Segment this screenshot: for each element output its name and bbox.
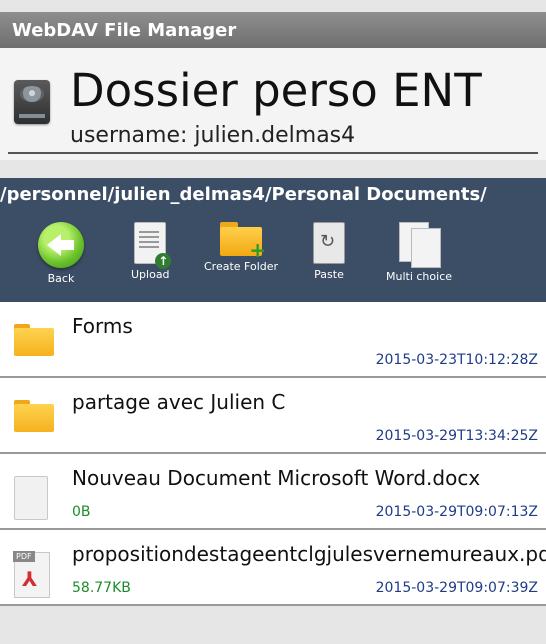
upload-button[interactable]: ↑ Upload (131, 222, 172, 281)
back-arrow-icon (38, 222, 84, 268)
account-username: username: julien.delmas4 (70, 123, 356, 148)
account-header: Dossier perso ENT username: julien.delma… (0, 48, 546, 160)
file-row-docx[interactable]: Nouveau Document Microsoft Word.docx 0B … (0, 454, 546, 530)
paste-label: Paste (314, 268, 344, 281)
divider (8, 152, 538, 154)
paste-button[interactable]: Paste (313, 222, 345, 281)
app-title-bar: WebDAV File Manager (0, 12, 546, 48)
current-path: /personnel/julien_delmas4/Personal Docum… (0, 184, 487, 205)
file-date: 2015-03-29T09:07:39Z (375, 580, 538, 596)
file-name: Forms (72, 314, 133, 338)
create-folder-label: Create Folder (204, 260, 279, 273)
toolbar: Back ↑ Upload + Create Folder Paste Mult… (0, 222, 546, 300)
file-row-partage[interactable]: partage avec Julien C 2015-03-29T13:34:2… (0, 378, 546, 454)
paste-icon (313, 222, 345, 264)
multi-choice-button[interactable]: Multi choice (386, 222, 452, 283)
path-bar: /personnel/julien_delmas4/Personal Docum… (0, 178, 546, 302)
file-row-forms[interactable]: Forms 2015-03-23T10:12:28Z (0, 302, 546, 378)
file-name: Nouveau Document Microsoft Word.docx (72, 466, 481, 490)
upload-label: Upload (131, 268, 170, 281)
folder-icon (14, 324, 54, 356)
folder-icon (14, 400, 54, 432)
app-title: WebDAV File Manager (12, 19, 237, 41)
back-label: Back (47, 272, 75, 285)
file-name: partage avec Julien C (72, 390, 286, 414)
file-name: propositiondestageentclgjulesvernemureau… (72, 542, 546, 566)
file-date: 2015-03-29T13:34:25Z (375, 428, 538, 444)
create-folder-button[interactable]: + Create Folder (204, 222, 278, 273)
account-name: Dossier perso ENT (70, 64, 482, 117)
multi-choice-icon (397, 222, 441, 268)
document-icon (14, 476, 48, 520)
upload-icon: ↑ (134, 222, 172, 269)
back-button[interactable]: Back (38, 222, 84, 285)
create-folder-icon: + (220, 222, 266, 260)
pdf-icon: PDF ⅄ (13, 551, 50, 598)
file-list: Forms 2015-03-23T10:12:28Z partage avec … (0, 302, 546, 606)
file-date: 2015-03-29T09:07:13Z (375, 504, 538, 520)
file-size: 58.77KB (72, 580, 131, 596)
file-size: 0B (72, 504, 91, 520)
file-row-pdf[interactable]: PDF ⅄ propositiondestageentclgjulesvernem… (0, 530, 546, 606)
multi-choice-label: Multi choice (386, 270, 453, 283)
hard-drive-icon (14, 80, 50, 124)
file-date: 2015-03-23T10:12:28Z (375, 352, 538, 368)
